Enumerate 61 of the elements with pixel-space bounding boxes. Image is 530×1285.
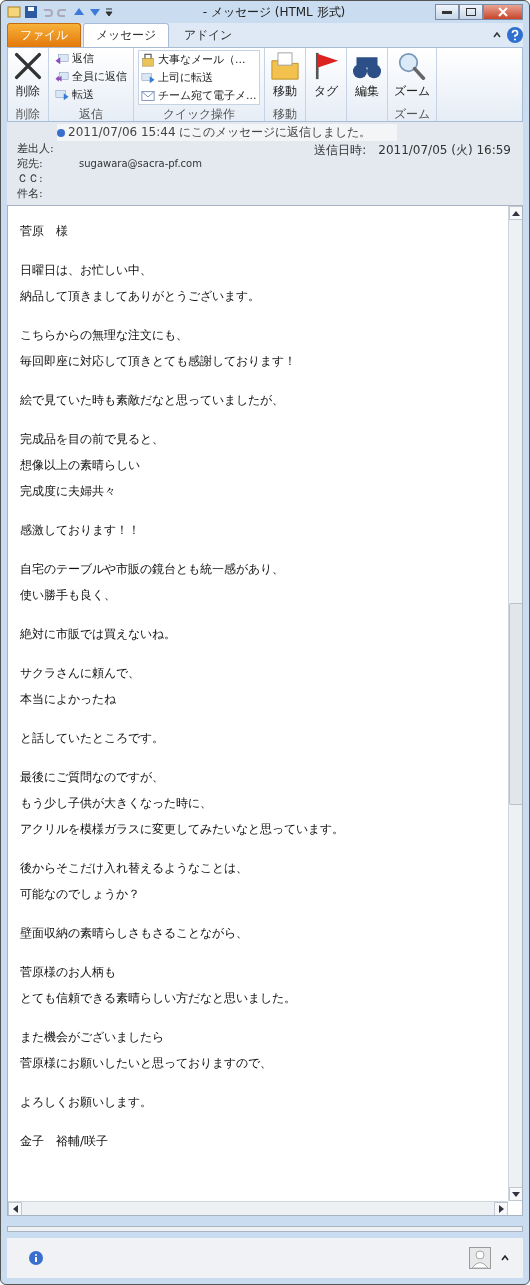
help-icon[interactable] (507, 27, 523, 43)
scroll-down-button[interactable] (509, 1187, 522, 1201)
reply-notice: 2011/07/06 15:44 にこのメッセージに返信しました。 (68, 124, 372, 141)
ribbon-button[interactable]: 全員に返信 (53, 68, 129, 85)
ribbon-button[interactable]: ズーム (391, 50, 432, 102)
ribbon-button[interactable]: 転送 (53, 86, 129, 103)
group-label: ズーム (393, 106, 430, 121)
folder-icon (270, 52, 299, 80)
scroll-thumb[interactable] (509, 602, 522, 805)
close-button[interactable] (483, 4, 523, 20)
ribbon-button[interactable]: タグ (309, 50, 342, 102)
vertical-scrollbar[interactable] (508, 206, 522, 1201)
down-arrow-icon (512, 1191, 520, 1197)
field-value: sugawara@sacra-pf.com (79, 158, 202, 169)
message-body: 菅原 様 日曜日は、お忙しい中、 納品して頂きましてありがとうございます。 こちらからの無理な注文にも、 毎回即座に対応して頂きとても感謝しております！ 絵で見ていた時も素敵だなと思っていましたが、 完成品を目の前で見ると、 想像以上の素晴らしい 完成度に夫婦共々 感激しております！！ 自宅のテーブルや市販の鏡台とも統一感があり、 使い勝手も良く、 絶対に市販では買えないね。 サクラさんに頼んで、 本当によかったね と話していたところです。 最後にご質問なのですが、 もう少し子供が大きくなった時に、 アクリルを模様ガラスに変更してみたいなと思っています。 後からそこだけ入れ替えるようなことは、 可能なのでしょうか？ 壁面収納の素晴らしさもさることながら、 菅原様のお人柄も とても信頼できる素晴らしい方だなと思いました。 また機会がございましたら 菅原様にお願いしたいと思っておりますので、 よろしくお願いします。 金子 裕輔/咲子 (19, 223, 345, 1150)
reply-all-icon (55, 69, 69, 84)
minimize-button[interactable] (435, 4, 459, 20)
group-label: 返信 (79, 106, 103, 121)
save-icon[interactable] (25, 6, 37, 18)
field-label: 宛先: (17, 156, 44, 171)
scroll-up-button[interactable] (509, 206, 522, 220)
ribbon-button[interactable]: 削除 (12, 50, 44, 102)
maximize-icon (466, 8, 476, 16)
up-arrow-icon (512, 210, 520, 216)
minimize-icon (442, 10, 452, 14)
scroll-right-button[interactable] (494, 1201, 508, 1215)
ribbon-tab[interactable]: メッセージ (83, 23, 169, 47)
field-label: ＣＣ: (17, 171, 44, 186)
ribbon-button[interactable]: 上司に転送 (139, 69, 259, 86)
group-label: クイック操作 (162, 106, 235, 121)
forward-icon (55, 87, 69, 102)
avatar-icon[interactable] (469, 1247, 491, 1269)
window-title: - メッセージ (HTML 形式) (202, 3, 346, 21)
field-label: 差出人: (17, 141, 55, 156)
magnifier-icon (397, 52, 426, 80)
ribbon-button[interactable]: 大事なメール（... (139, 51, 259, 68)
down-arrow-icon[interactable] (89, 7, 101, 17)
scroll-left-button[interactable] (8, 1201, 22, 1215)
sent-date: 2011/07/05 (火) 16:59 (378, 142, 511, 159)
left-arrow-icon (12, 1204, 18, 1213)
reply-icon (55, 51, 69, 66)
close-icon (498, 7, 508, 17)
ribbon-button[interactable]: 編集 (350, 50, 383, 102)
maximize-button[interactable] (459, 4, 483, 20)
ribbon-button[interactable]: 返信 (53, 50, 129, 67)
right-arrow-icon (498, 1204, 504, 1213)
field-label: 件名: (17, 186, 44, 201)
group-label: 削除 (16, 106, 40, 121)
horizontal-scrollbar[interactable] (8, 1201, 508, 1215)
up-arrow-icon[interactable] (73, 7, 85, 17)
delete-icon (14, 52, 42, 80)
ribbon-button[interactable]: 移動 (268, 50, 301, 102)
group-label: 移動 (272, 106, 297, 121)
customize-icon[interactable] (105, 7, 113, 17)
sent-label: 送信日時: (314, 142, 367, 159)
collapse-icon[interactable] (493, 32, 501, 38)
ribbon-tab[interactable]: アドイン (171, 23, 245, 47)
lock-icon (141, 52, 155, 67)
expand-icon[interactable] (501, 1255, 509, 1261)
ribbon-button[interactable]: チーム宛て電子メ... (139, 87, 259, 104)
forward-icon (141, 70, 155, 85)
